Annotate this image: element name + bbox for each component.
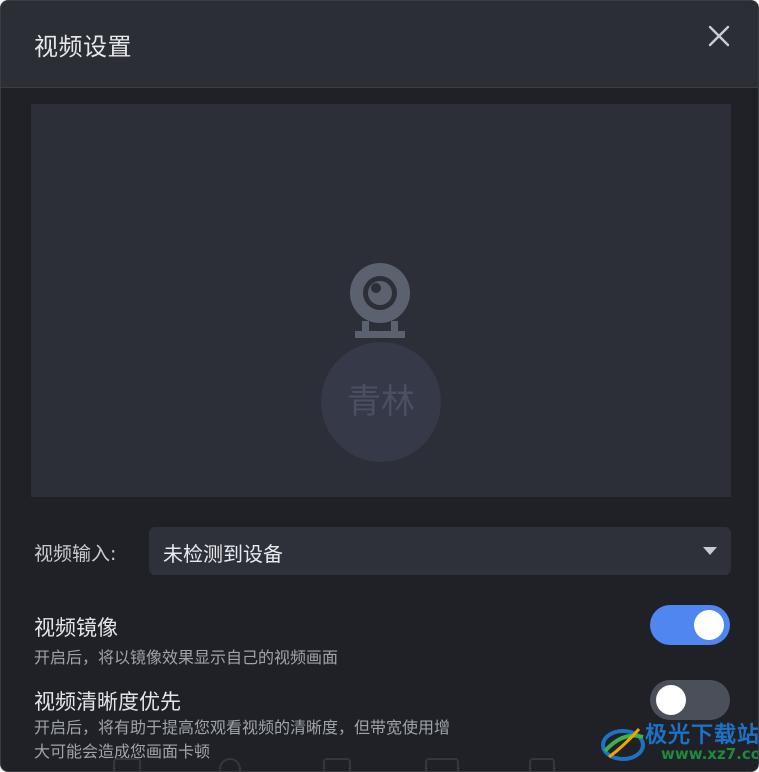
mirror-toggle[interactable] [650, 605, 730, 645]
video-settings-dialog: 视频设置 青林 视频输入: 未检测到设备 视频镜像 开启后，将以镜像效果显示自己… [0, 0, 759, 772]
clarity-option-title: 视频清晰度优先 [34, 690, 181, 714]
video-input-value: 未检测到设备 [163, 542, 283, 566]
mirror-option-title: 视频镜像 [34, 616, 118, 640]
clarity-option-description-line1: 开启后，将有助于提高您观看视频的清晰度，但带宽使用增 [34, 718, 451, 737]
avatar: 青林 [321, 342, 441, 462]
video-input-select[interactable]: 未检测到设备 [149, 527, 731, 575]
video-preview: 青林 [31, 104, 731, 497]
toggle-knob [656, 685, 686, 715]
watermark-url: www.xz7.com [661, 745, 758, 763]
webcam-icon [347, 259, 413, 339]
video-input-label: 视频输入: [34, 543, 117, 565]
mirror-option-description: 开启后，将以镜像效果显示自己的视频画面 [34, 648, 339, 667]
toggle-knob [694, 610, 724, 640]
toolbar-icon [113, 758, 141, 771]
close-icon[interactable] [706, 23, 732, 49]
toolbar-icon [323, 758, 351, 771]
chevron-down-icon [703, 547, 717, 555]
titlebar: 视频设置 [1, 1, 758, 88]
toolbar-icon [425, 758, 459, 771]
toolbar-icon [529, 758, 555, 771]
watermark-logo: 极光下载站 www.xz7.com [599, 715, 758, 771]
clarity-toggle[interactable] [650, 680, 730, 720]
dialog-title: 视频设置 [34, 33, 132, 61]
toolbar-icon [219, 758, 241, 771]
